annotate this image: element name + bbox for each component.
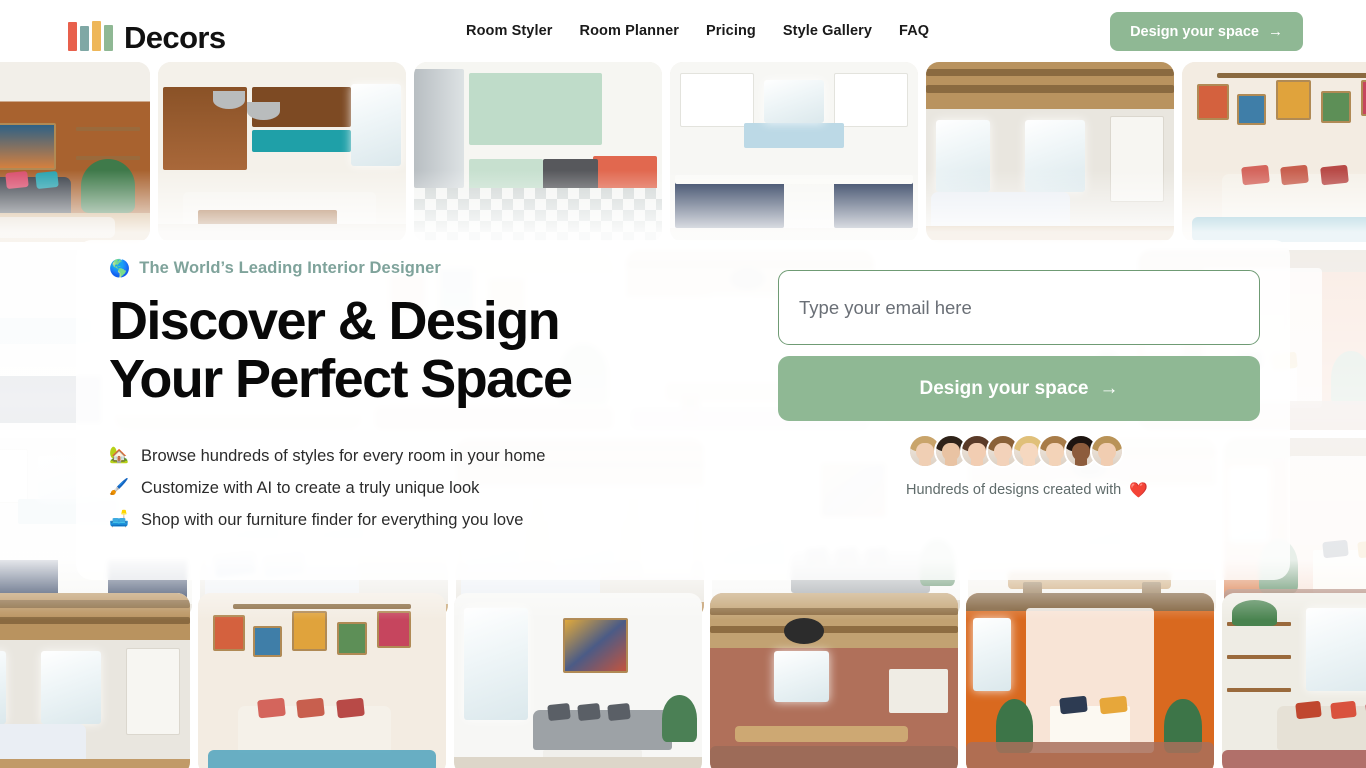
room-photo xyxy=(158,62,406,242)
room-photo xyxy=(966,593,1214,768)
terracotta-canopy-bedroom[interactable] xyxy=(966,593,1214,768)
arrow-right-icon: → xyxy=(1268,23,1283,40)
nav-item-style-gallery[interactable]: Style Gallery xyxy=(783,23,872,39)
arrow-right-icon: → xyxy=(1099,377,1119,399)
boho-gallery-wall-bedroom[interactable] xyxy=(1182,62,1366,242)
room-photo xyxy=(198,593,446,768)
page-root: Decors Room Styler Room Planner Pricing … xyxy=(0,0,1366,768)
list-item: 🏡 Browse hundreds of styles for every ro… xyxy=(109,445,769,467)
hero-eyebrow-label: The World’s Leading Interior Designer xyxy=(139,258,441,277)
paintbrush-icon: 🖌️ xyxy=(109,478,129,496)
hero-text-column: 🌎 The World’s Leading Interior Designer … xyxy=(109,256,769,531)
logo-text: Decors xyxy=(124,20,226,55)
social-proof-text: Hundreds of designs created with ❤️ xyxy=(904,481,1204,499)
avatar xyxy=(1090,434,1124,468)
room-photo xyxy=(926,62,1174,242)
header-design-your-space-button[interactable]: Design your space → xyxy=(1110,12,1303,51)
wood-kitchen-teal-backsplash[interactable] xyxy=(158,62,406,242)
gallery-row-3 xyxy=(0,593,1366,768)
feature-text: Shop with our furniture finder for every… xyxy=(141,510,524,529)
boho-sofa-plants-room[interactable] xyxy=(1222,593,1366,768)
room-photo xyxy=(0,62,150,242)
mint-green-kitchen[interactable] xyxy=(414,62,662,242)
brick-farmhouse-dining[interactable] xyxy=(710,593,958,768)
site-header: Decors Room Styler Room Planner Pricing … xyxy=(0,0,1366,62)
room-photo xyxy=(1222,593,1366,768)
social-proof: Hundreds of designs created with ❤️ xyxy=(904,433,1204,499)
hero-design-your-space-button[interactable]: Design your space → xyxy=(778,356,1260,421)
feature-text: Browse hundreds of styles for every room… xyxy=(141,446,546,465)
nav-item-pricing[interactable]: Pricing xyxy=(706,23,756,39)
email-input[interactable] xyxy=(778,270,1260,345)
feature-text: Customize with AI to create a truly uniq… xyxy=(141,478,480,497)
social-proof-label: Hundreds of designs created with xyxy=(906,482,1122,498)
list-item: 🖌️ Customize with AI to create a truly u… xyxy=(109,477,769,499)
midcentury-living-room[interactable] xyxy=(0,62,150,242)
books-bars-logo-icon xyxy=(68,21,115,51)
hero-signup-form: Design your space → xyxy=(778,270,1260,421)
string-light-canopy-bedroom[interactable] xyxy=(198,593,446,768)
globe-icon: 🌎 xyxy=(109,258,131,278)
room-photo xyxy=(670,62,918,242)
header-cta-label: Design your space xyxy=(1130,23,1259,40)
nav-item-faq[interactable]: FAQ xyxy=(899,23,929,39)
house-icon: 🏡 xyxy=(109,446,129,464)
heart-icon: ❤️ xyxy=(1129,482,1148,499)
room-photo xyxy=(1182,62,1366,242)
room-photo xyxy=(454,593,702,768)
hero-feature-list: 🏡 Browse hundreds of styles for every ro… xyxy=(109,445,769,531)
logo[interactable]: Decors xyxy=(68,11,226,55)
hero-card: 🌎 The World’s Leading Interior Designer … xyxy=(76,240,1290,580)
gallery-row-0 xyxy=(0,62,1366,242)
rustic-beam-bedroom[interactable] xyxy=(926,62,1174,242)
minimal-grey-sectional-room[interactable] xyxy=(454,593,702,768)
room-photo xyxy=(710,593,958,768)
room-photo xyxy=(414,62,662,242)
rustic-hallway-bedroom[interactable] xyxy=(0,593,190,768)
room-photo xyxy=(0,593,190,768)
navy-white-kitchen[interactable] xyxy=(670,62,918,242)
avatar-group xyxy=(904,433,1204,469)
hero-headline: Discover & Design Your Perfect Space xyxy=(109,291,573,410)
hero-eyebrow: 🌎 The World’s Leading Interior Designer xyxy=(109,256,769,280)
hero-cta-label: Design your space xyxy=(919,377,1089,399)
list-item: 🛋️ Shop with our furniture finder for ev… xyxy=(109,509,769,531)
nav-item-room-styler[interactable]: Room Styler xyxy=(466,23,553,39)
nav-item-room-planner[interactable]: Room Planner xyxy=(580,23,680,39)
couch-icon: 🛋️ xyxy=(109,510,129,528)
main-nav: Room Styler Room Planner Pricing Style G… xyxy=(466,0,929,62)
